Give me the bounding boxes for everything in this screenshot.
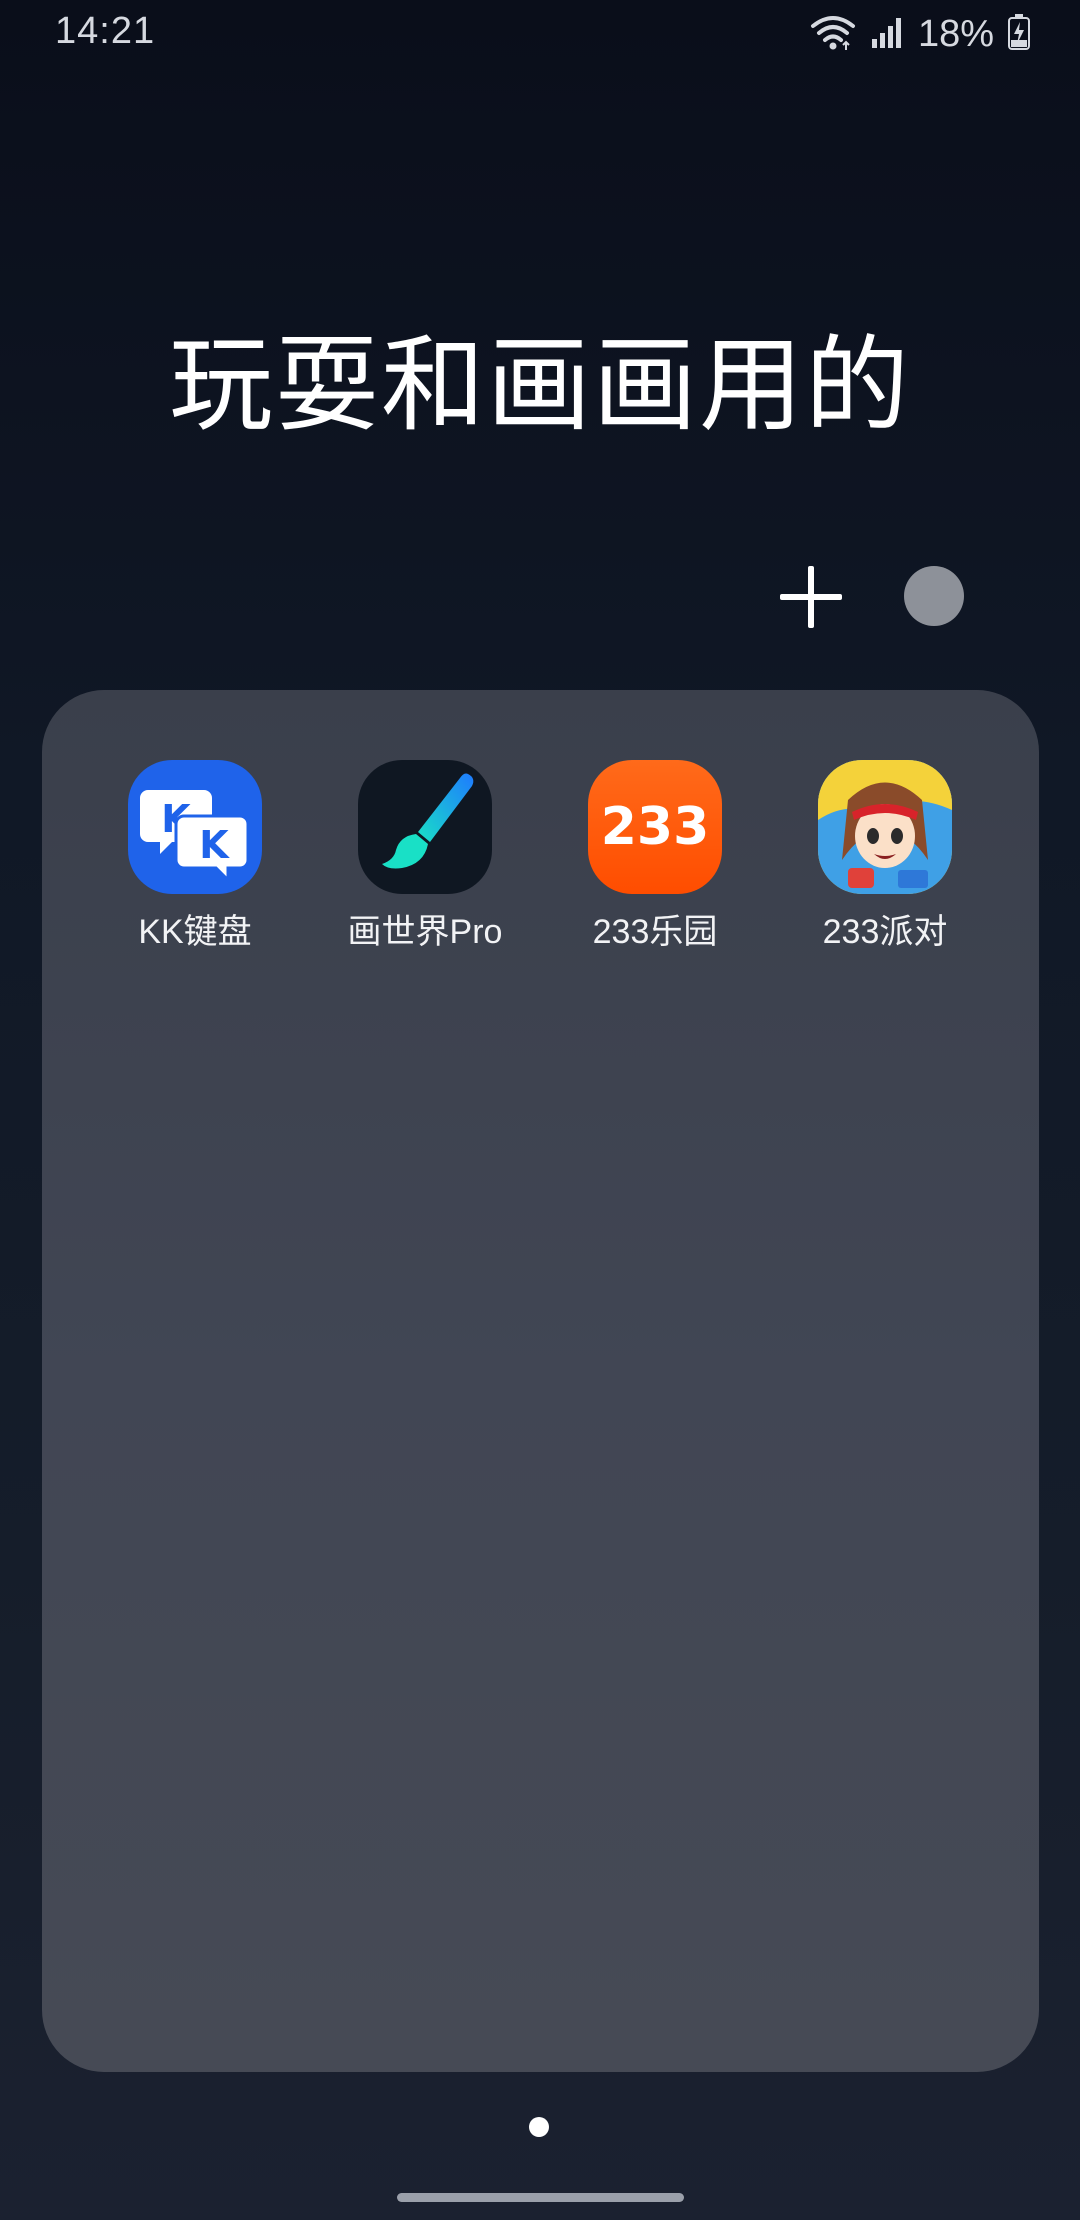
signal-icon	[870, 15, 904, 54]
brush-icon	[358, 760, 492, 894]
233-icon-text: 233	[601, 797, 710, 857]
status-bar: 14:21 18%	[0, 0, 1080, 66]
kk-keyboard-icon: K K	[128, 760, 262, 894]
page-indicator-dot	[529, 2117, 549, 2137]
add-app-button[interactable]	[776, 562, 846, 632]
folder-title[interactable]: 玩耍和画画用的	[0, 300, 1080, 451]
home-gesture-bar[interactable]	[397, 2193, 684, 2202]
app-label: 233派对	[822, 913, 948, 951]
battery-charging-icon	[1008, 13, 1030, 55]
app-label: 233乐园	[592, 913, 718, 951]
status-icons: 18%	[810, 12, 1030, 56]
status-time: 14:21	[55, 10, 156, 52]
233-leyuan-icon: 233	[588, 760, 722, 894]
app-label: KK键盘	[138, 913, 252, 951]
app-233-party[interactable]: 233派对	[780, 760, 990, 960]
app-kk-keyboard[interactable]: K K KK键盘	[90, 760, 300, 960]
anime-character-icon	[818, 760, 952, 894]
wifi-icon	[810, 12, 856, 57]
battery-percentage: 18%	[917, 12, 994, 55]
app-label: 画世界Pro	[347, 913, 503, 951]
folder-color-button[interactable]	[904, 566, 964, 626]
app-huashijie-pro[interactable]: 画世界Pro	[320, 760, 530, 960]
svg-text:K: K	[199, 823, 230, 867]
app-233-leyuan[interactable]: 233 233乐园	[550, 760, 760, 960]
